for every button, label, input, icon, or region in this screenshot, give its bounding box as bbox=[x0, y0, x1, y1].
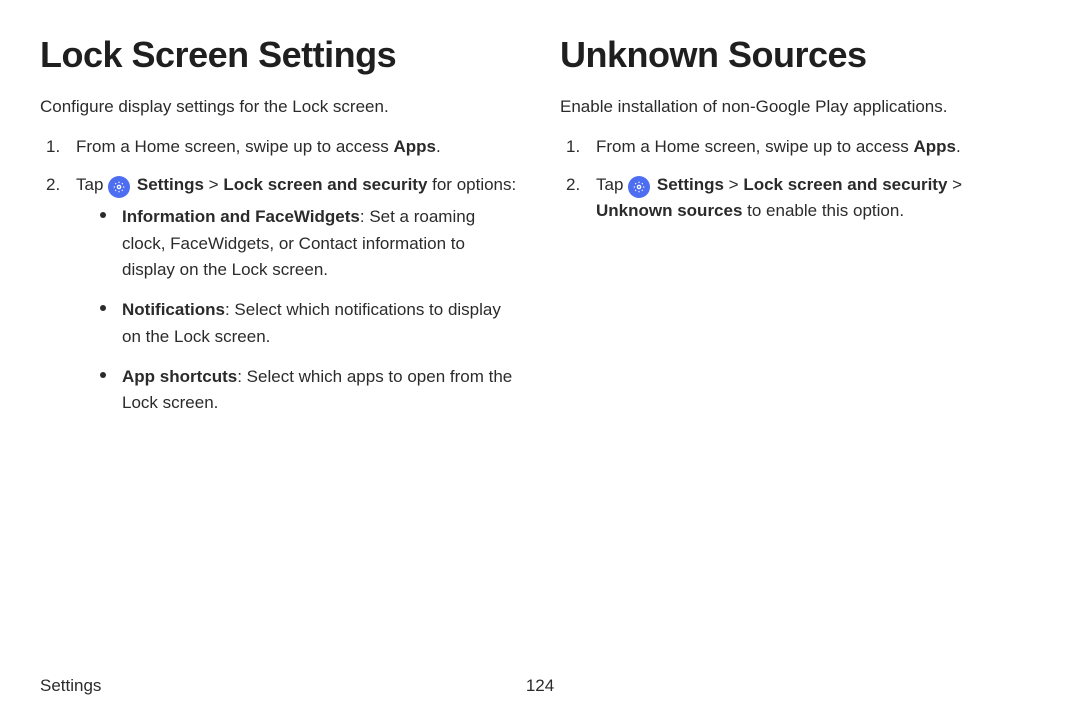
text: From a Home screen, swipe up to access bbox=[596, 137, 913, 156]
bullet-item: Notifications: Select which notification… bbox=[100, 297, 520, 350]
step-body: Tap Settings > Lock screen and security … bbox=[76, 172, 520, 431]
text: for options: bbox=[427, 175, 516, 194]
text: Tap bbox=[596, 175, 628, 194]
text: . bbox=[956, 137, 961, 156]
step-body: From a Home screen, swipe up to access A… bbox=[596, 134, 1040, 160]
intro-unknown-sources: Enable installation of non-Google Play a… bbox=[560, 94, 1040, 120]
text-bold: App shortcuts bbox=[122, 367, 237, 386]
content-columns: Lock Screen Settings Configure display s… bbox=[40, 34, 1040, 443]
text-bold-apps: Apps bbox=[393, 137, 436, 156]
text-bold: Information and FaceWidgets bbox=[122, 207, 360, 226]
text-bold: Notifications bbox=[122, 300, 225, 319]
settings-icon bbox=[628, 176, 650, 198]
text: > bbox=[947, 175, 962, 194]
text: to enable this option. bbox=[742, 201, 904, 220]
text: From a Home screen, swipe up to access bbox=[76, 137, 393, 156]
footer-section-label: Settings bbox=[40, 676, 101, 696]
bullet-dot-icon bbox=[100, 297, 122, 350]
step-2-right: 2. Tap Settings > Lock screen and securi… bbox=[560, 172, 1040, 225]
text: Tap bbox=[76, 175, 108, 194]
text-bold-apps: Apps bbox=[913, 137, 956, 156]
text-bold-settings: Settings bbox=[657, 175, 724, 194]
step-1-right: 1. From a Home screen, swipe up to acces… bbox=[560, 134, 1040, 160]
text: > bbox=[724, 175, 743, 194]
text: . bbox=[436, 137, 441, 156]
heading-lock-screen: Lock Screen Settings bbox=[40, 34, 520, 76]
bullet-item: App shortcuts: Select which apps to open… bbox=[100, 364, 520, 417]
left-column: Lock Screen Settings Configure display s… bbox=[40, 34, 520, 443]
page-footer: Settings 124 bbox=[40, 676, 1040, 696]
step-number: 1. bbox=[566, 134, 596, 160]
footer-page-number: 124 bbox=[526, 676, 554, 696]
text-bold-path: Lock screen and security bbox=[743, 175, 947, 194]
text: > bbox=[204, 175, 223, 194]
step-number: 2. bbox=[46, 172, 76, 431]
settings-icon bbox=[108, 176, 130, 198]
step-1-left: 1. From a Home screen, swipe up to acces… bbox=[40, 134, 520, 160]
bullet-dot-icon bbox=[100, 204, 122, 283]
text-bold-unknown-sources: Unknown sources bbox=[596, 201, 742, 220]
step-2-left: 2. Tap Settings > Lock screen and securi… bbox=[40, 172, 520, 431]
step-body: Tap Settings > Lock screen and security … bbox=[596, 172, 1040, 225]
heading-unknown-sources: Unknown Sources bbox=[560, 34, 1040, 76]
right-column: Unknown Sources Enable installation of n… bbox=[560, 34, 1040, 443]
intro-lock-screen: Configure display settings for the Lock … bbox=[40, 94, 520, 120]
bullet-list: Information and FaceWidgets: Set a roami… bbox=[76, 204, 520, 416]
text-bold-path: Lock screen and security bbox=[223, 175, 427, 194]
bullet-body: App shortcuts: Select which apps to open… bbox=[122, 364, 520, 417]
text-bold-settings: Settings bbox=[137, 175, 204, 194]
bullet-dot-icon bbox=[100, 364, 122, 417]
bullet-body: Information and FaceWidgets: Set a roami… bbox=[122, 204, 520, 283]
step-number: 1. bbox=[46, 134, 76, 160]
step-number: 2. bbox=[566, 172, 596, 225]
bullet-body: Notifications: Select which notification… bbox=[122, 297, 520, 350]
step-body: From a Home screen, swipe up to access A… bbox=[76, 134, 520, 160]
bullet-item: Information and FaceWidgets: Set a roami… bbox=[100, 204, 520, 283]
